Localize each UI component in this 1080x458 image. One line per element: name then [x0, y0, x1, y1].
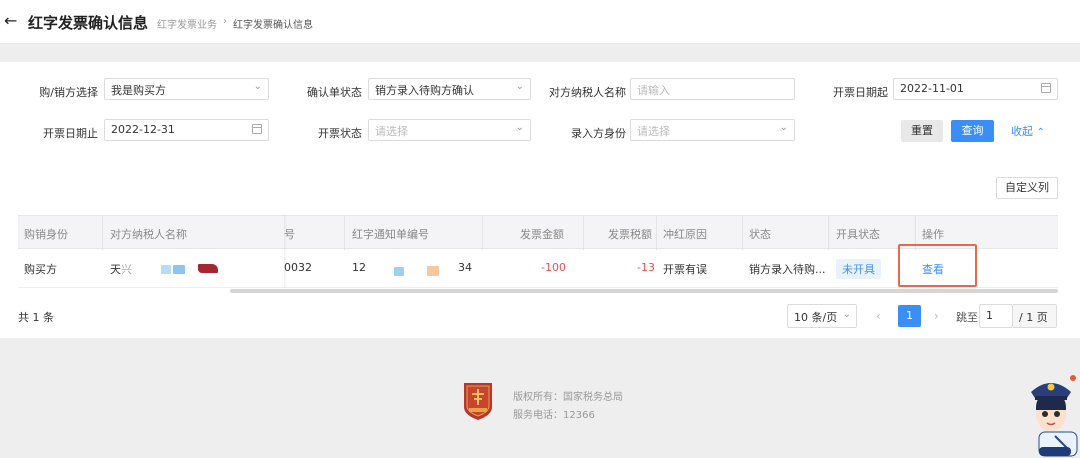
column-header-identity: 购销身份	[24, 228, 68, 241]
confirm-status-select[interactable]: 销方录入待购方确认 ⌄	[368, 78, 531, 100]
query-button[interactable]: 查询	[951, 120, 994, 142]
column-divider	[482, 216, 483, 250]
cell-identity: 购买方	[24, 263, 57, 276]
issue-status-badge: 未开具	[836, 259, 881, 279]
column-header-reason: 冲红原因	[663, 228, 707, 241]
reset-button[interactable]: 重置	[901, 120, 943, 142]
chevron-down-icon: ⌄	[779, 122, 788, 133]
cell-reason: 开票有误	[663, 263, 707, 276]
column-divider	[344, 216, 345, 250]
total-pages: / 1 页	[1013, 304, 1057, 328]
fixed-column-shadow	[284, 215, 287, 288]
collapse-label: 收起	[1011, 125, 1033, 138]
column-divider	[583, 216, 584, 250]
custom-columns-button[interactable]: 自定义列	[996, 177, 1058, 199]
column-header-amount: 发票金额	[520, 228, 564, 241]
issue-date-from-value: 2022-11-01	[900, 82, 964, 95]
column-divider	[828, 216, 829, 250]
column-header-notice-no: 红字通知单编号	[352, 228, 429, 241]
redacted-block	[198, 264, 218, 273]
breadcrumb-separator-icon: ›	[223, 16, 227, 27]
cell-tax: -13	[637, 261, 655, 274]
jump-page-input[interactable]: 1	[979, 304, 1013, 328]
calendar-icon	[1041, 83, 1051, 93]
calendar-icon	[252, 124, 262, 134]
footer-copyright: 版权所有：国家税务总局	[513, 392, 623, 403]
issue-status-placeholder: 请选择	[375, 125, 408, 138]
tax-emblem-logo	[464, 383, 492, 420]
back-arrow-icon[interactable]: ←	[4, 11, 17, 30]
confirm-status-label: 确认单状态	[307, 86, 362, 99]
top-bar: ← 红字发票确认信息 红字发票业务 › 红字发票确认信息	[0, 0, 1080, 44]
column-divider	[102, 216, 103, 250]
footer-phone: 服务电话：12366	[513, 410, 595, 421]
cell-amount: -100	[541, 261, 566, 274]
cell-notice-no: 12	[352, 261, 366, 274]
column-header-issue-status: 开具状态	[836, 228, 880, 241]
entry-identity-select[interactable]: 请选择 ⌄	[630, 119, 795, 141]
page-size-value: 10 条/页	[794, 311, 838, 324]
breadcrumb-item-red-invoice[interactable]: 红字发票业务	[157, 16, 217, 31]
chevron-down-icon: ⌄	[253, 81, 262, 92]
page-size-select[interactable]: 10 条/页 ⌄	[787, 304, 857, 328]
buyer-seller-value: 我是购买方	[111, 84, 166, 97]
next-page-icon[interactable]: ›	[934, 309, 939, 323]
counterparty-name-label: 对方纳税人名称	[549, 86, 626, 99]
column-header-status: 状态	[749, 228, 771, 241]
page-1-button[interactable]: 1	[898, 305, 921, 327]
issue-date-from-label: 开票日期起	[833, 86, 888, 99]
buyer-seller-label: 购/销方选择	[39, 86, 98, 99]
page-title: 红字发票确认信息	[28, 14, 149, 32]
redacted-block	[394, 267, 404, 276]
breadcrumb-item-current: 红字发票确认信息	[233, 20, 313, 31]
issue-date-from-input[interactable]: 2022-11-01	[893, 78, 1058, 100]
counterparty-name-input[interactable]: 请输入	[630, 78, 795, 100]
breadcrumb: 红字发票业务 › 红字发票确认信息	[157, 16, 313, 31]
chevron-down-icon: ⌄	[842, 309, 851, 320]
chevron-down-icon: ⌄	[515, 122, 524, 133]
highlight-box	[898, 244, 977, 287]
issue-date-to-label: 开票日期止	[43, 127, 98, 140]
chevron-down-icon: ⌄	[515, 81, 524, 92]
cell-counterparty: 天	[110, 263, 121, 276]
entry-identity-placeholder: 请选择	[637, 125, 670, 138]
redacted-block	[173, 265, 185, 274]
issue-date-to-value: 2022-12-31	[111, 123, 175, 136]
counterparty-name-placeholder: 请输入	[637, 84, 670, 97]
column-divider	[656, 216, 657, 250]
column-header-tax: 发票税额	[608, 228, 652, 241]
tax-officer-mascot-icon[interactable]	[1025, 370, 1080, 458]
cell-counterparty-tail: 兴	[121, 263, 132, 276]
column-header-action: 操作	[922, 228, 944, 241]
cell-invoice-no: 0032	[284, 261, 312, 274]
column-divider	[742, 216, 743, 250]
confirm-status-value: 销方录入待购方确认	[375, 84, 474, 97]
cell-notice-no-tail: 34	[458, 261, 472, 274]
redacted-block	[161, 265, 171, 274]
collapse-toggle[interactable]: 收起 ⌃	[1011, 123, 1045, 139]
total-count: 共 1 条	[18, 311, 54, 324]
filter-card	[0, 62, 1080, 338]
issue-status-label: 开票状态	[318, 127, 362, 140]
issue-date-to-input[interactable]: 2022-12-31	[104, 119, 269, 141]
cell-status: 销方录入待购...	[749, 263, 826, 276]
entry-identity-label: 录入方身份	[571, 127, 626, 140]
prev-page-icon[interactable]: ‹	[876, 309, 881, 323]
issue-status-select[interactable]: 请选择 ⌄	[368, 119, 531, 141]
chevron-up-icon: ⌃	[1036, 127, 1045, 138]
buyer-seller-select[interactable]: 我是购买方 ⌄	[104, 78, 269, 100]
column-header-counterparty: 对方纳税人名称	[110, 228, 187, 241]
jump-label: 跳至	[956, 311, 978, 324]
horizontal-scrollbar[interactable]	[230, 289, 1058, 293]
redacted-block	[427, 266, 439, 276]
